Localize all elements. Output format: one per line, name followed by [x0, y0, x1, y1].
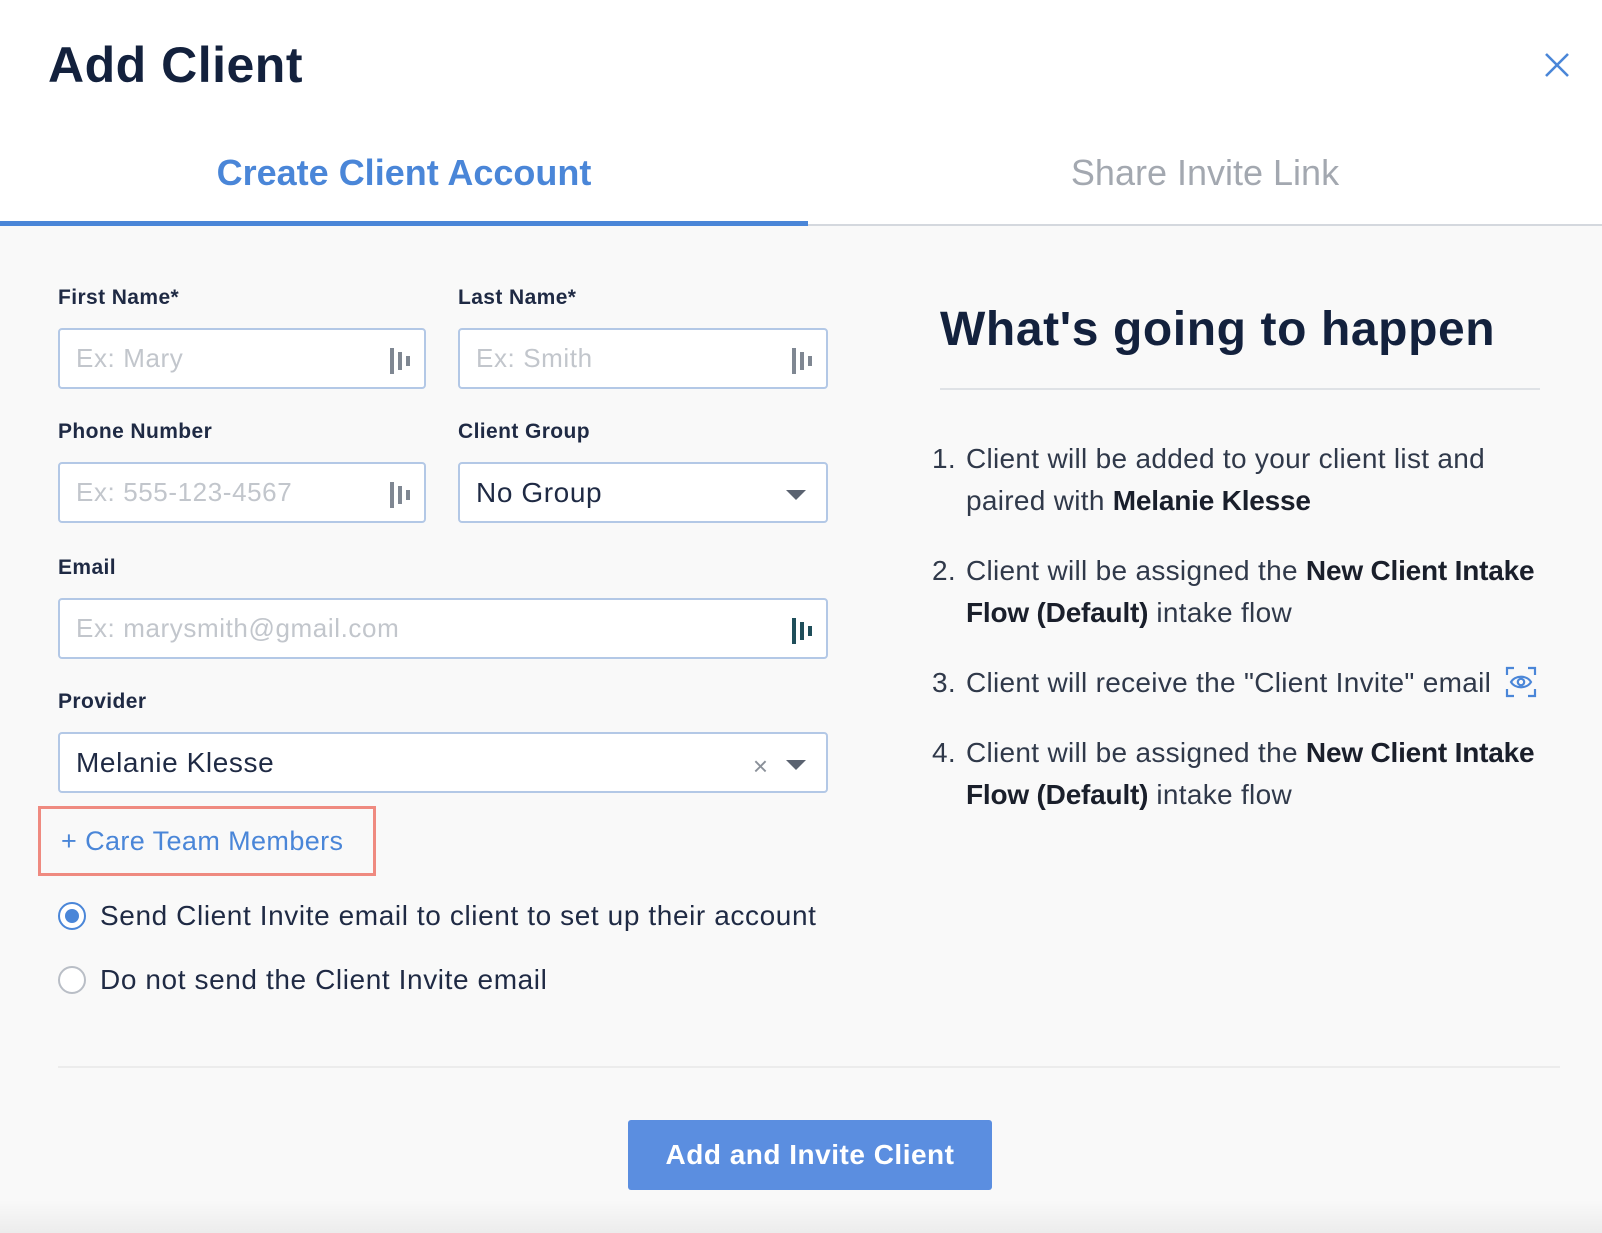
step-text-end: intake flow	[1148, 779, 1292, 810]
divider	[940, 388, 1540, 390]
step-bold: Melanie Klesse	[1112, 485, 1311, 516]
chevron-down-icon[interactable]	[786, 760, 806, 770]
last-name-field[interactable]	[458, 328, 828, 389]
tab-create-client-account[interactable]: Create Client Account	[0, 120, 808, 228]
email-input[interactable]	[76, 600, 826, 657]
step-number: 4.	[932, 737, 956, 768]
step-number: 1.	[932, 443, 956, 474]
client-group-select[interactable]: No Group	[458, 462, 828, 523]
list-item: 1. Client will be added to your client l…	[932, 438, 1552, 522]
list-item: 3. Client will receive the "Client Invit…	[932, 662, 1552, 704]
email-label: Email	[58, 556, 117, 579]
radio-label: Do not send the Client Invite email	[100, 964, 548, 995]
tab-label: Share Invite Link	[1070, 152, 1340, 193]
steps-list: 1. Client will be added to your client l…	[932, 438, 1552, 844]
radio-label: Send Client Invite email to client to se…	[100, 900, 817, 931]
password-manager-icon[interactable]	[388, 480, 412, 510]
care-team-link-label: + Care Team Members	[61, 825, 344, 856]
dialog-title: Add Client	[48, 37, 303, 93]
tab-label: Create Client Account	[216, 152, 592, 193]
first-name-field[interactable]	[58, 328, 426, 389]
add-care-team-members-link[interactable]: + Care Team Members	[38, 806, 376, 876]
step-text: Client will be assigned the	[966, 737, 1306, 768]
provider-select[interactable]: Melanie Klesse ×	[58, 732, 828, 793]
radio-send-invite[interactable]: Send Client Invite email to client to se…	[58, 900, 817, 932]
phone-number-label: Phone Number	[58, 420, 213, 443]
password-manager-icon[interactable]	[790, 616, 814, 646]
what-happens-heading: What's going to happen	[940, 303, 1496, 356]
client-group-value: No Group	[476, 476, 603, 508]
step-text-end: intake flow	[1148, 597, 1292, 628]
client-group-label: Client Group	[458, 420, 590, 443]
first-name-label: First Name*	[58, 286, 180, 309]
step-number: 3.	[932, 667, 956, 698]
list-item: 2. Client will be assigned the New Clien…	[932, 550, 1552, 634]
radio-button-unchecked[interactable]	[58, 966, 86, 994]
close-icon	[1545, 53, 1569, 77]
radio-button-checked[interactable]	[58, 902, 86, 930]
last-name-input[interactable]	[476, 330, 826, 387]
step-text: Client will be assigned the	[966, 555, 1306, 586]
dialog-header: Add Client	[0, 0, 1602, 120]
dialog-bottom-edge	[0, 1200, 1602, 1233]
footer-divider	[58, 1066, 1560, 1068]
last-name-label: Last Name*	[458, 286, 577, 309]
step-number: 2.	[932, 555, 956, 586]
chevron-down-icon[interactable]	[786, 490, 806, 500]
email-field[interactable]	[58, 598, 828, 659]
provider-value: Melanie Klesse	[76, 746, 275, 778]
phone-number-input[interactable]	[76, 464, 424, 521]
clear-selection-icon[interactable]: ×	[753, 751, 768, 782]
eye-preview-icon[interactable]	[1505, 666, 1537, 698]
radio-do-not-send-invite[interactable]: Do not send the Client Invite email	[58, 964, 547, 996]
tab-bar: Create Client Account Share Invite Link	[0, 120, 1602, 228]
step-text: Client will receive the "Client Invite" …	[966, 667, 1492, 698]
tab-share-invite-link[interactable]: Share Invite Link	[808, 120, 1602, 226]
list-item: 4. Client will be assigned the New Clien…	[932, 732, 1552, 816]
password-manager-icon[interactable]	[790, 346, 814, 376]
password-manager-icon[interactable]	[388, 346, 412, 376]
provider-label: Provider	[58, 690, 147, 713]
phone-number-field[interactable]	[58, 462, 426, 523]
first-name-input[interactable]	[76, 330, 424, 387]
add-and-invite-client-button[interactable]: Add and Invite Client	[628, 1120, 992, 1190]
close-button[interactable]	[1540, 48, 1574, 82]
